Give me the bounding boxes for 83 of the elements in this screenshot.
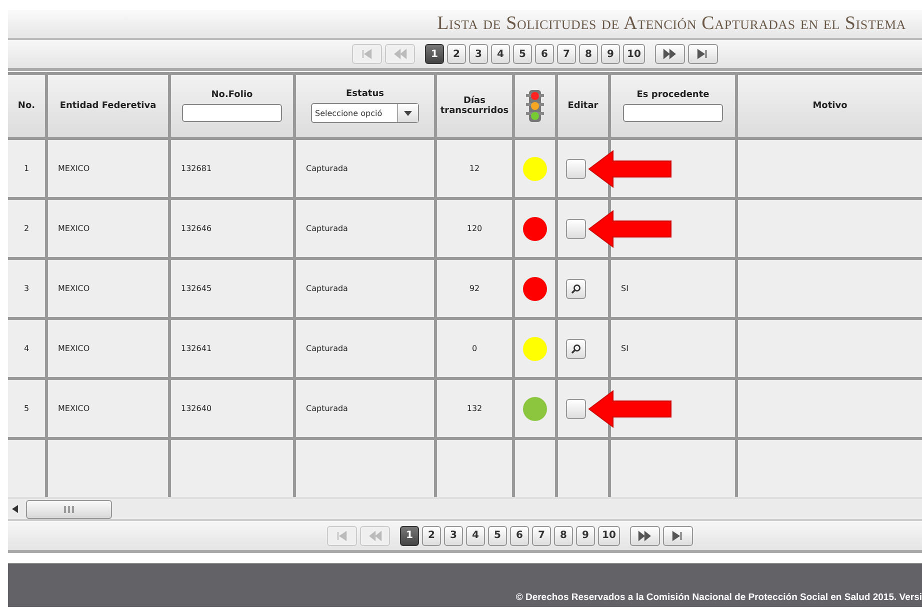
table-cell: 3 [8, 260, 45, 317]
table-cell: 132 [437, 380, 512, 437]
header-label: Es procedente [636, 90, 710, 100]
page-button[interactable]: 6 [510, 526, 530, 546]
header-label: Estatus [346, 89, 384, 99]
next-page-button[interactable] [654, 44, 685, 64]
header-label: No. [18, 101, 36, 111]
page-button[interactable]: 10 [598, 526, 620, 546]
page-button[interactable]: 3 [469, 44, 488, 64]
header-label: Entidad Federetiva [60, 101, 156, 111]
header-label: Editar [568, 101, 598, 111]
table-cell: 120 [437, 200, 512, 257]
last-page-button[interactable] [688, 44, 718, 64]
table-cell: MEXICO [48, 140, 168, 197]
table-cell: 92 [437, 260, 512, 317]
table-cell: MEXICO [48, 260, 168, 317]
table-cell: 132641 [171, 320, 293, 377]
table-cell [515, 440, 555, 497]
filter-field[interactable] [182, 104, 282, 122]
search-icon [571, 344, 581, 354]
search-icon [571, 284, 581, 294]
page-button[interactable]: 6 [535, 44, 554, 64]
page-button[interactable]: 2 [422, 526, 442, 546]
header-label: Días transcurridos [439, 96, 510, 116]
next-page-button[interactable] [630, 526, 660, 546]
next-icon [662, 47, 677, 61]
table-cell: SI [611, 260, 735, 317]
table-cell [8, 440, 45, 497]
table-cell: 12 [437, 140, 512, 197]
table-cell: Capturada [296, 380, 434, 437]
page-button[interactable]: 7 [532, 526, 552, 546]
page-button[interactable]: 9 [576, 526, 596, 546]
page-button[interactable]: 1 [425, 44, 444, 64]
edit-button[interactable] [566, 338, 586, 358]
page-button[interactable]: 4 [491, 44, 510, 64]
grip-icon [64, 506, 74, 512]
table-cell: Capturada [296, 320, 434, 377]
status-dropdown[interactable]: Seleccione opció [311, 103, 419, 123]
edit-button[interactable] [566, 278, 586, 298]
first-icon [360, 47, 374, 61]
header-label: Motivo [812, 101, 848, 111]
scroll-thumb[interactable] [26, 500, 112, 518]
table-cell: 132640 [171, 380, 293, 437]
table-cell: 132681 [171, 140, 293, 197]
traffic-light-icon [525, 89, 545, 123]
table-cell: 5 [8, 380, 45, 437]
table-cell: Capturada [296, 140, 434, 197]
copyright-text: © Derechos Reservados a la Comisión Nacional de Protección Social en Salud 2015. Versi [516, 592, 922, 603]
page-button[interactable]: 8 [579, 44, 598, 64]
page-button[interactable]: 2 [447, 44, 466, 64]
table-cell [558, 440, 608, 497]
table-cell: Capturada [296, 200, 434, 257]
header-label: No.Folio [211, 90, 253, 100]
prev-icon [368, 528, 382, 542]
page-button[interactable]: 8 [554, 526, 574, 546]
scroll-left-icon [12, 505, 18, 513]
table-cell: 132645 [171, 260, 293, 317]
page-button[interactable]: 4 [466, 526, 486, 546]
table-cell: MEXICO [48, 320, 168, 377]
first-icon [335, 528, 350, 542]
next-icon [638, 528, 652, 542]
table-cell: 132646 [171, 200, 293, 257]
filter-field[interactable] [623, 104, 723, 122]
page-title: Lista de Solicitudes de Atención Capturadas en el Sistema [437, 13, 906, 35]
caret-icon [404, 110, 412, 116]
page-button[interactable]: 7 [557, 44, 576, 64]
table-cell: MEXICO [48, 380, 168, 437]
last-page-button[interactable] [662, 526, 693, 546]
page-button[interactable]: 10 [623, 44, 645, 64]
table-cell: 1 [8, 140, 45, 197]
page-button[interactable]: 3 [444, 526, 464, 546]
table-cell: Capturada [296, 260, 434, 317]
table-cell: SI [611, 320, 735, 377]
page-button[interactable]: 1 [400, 526, 420, 546]
horizontal-scrollbar[interactable] [8, 497, 922, 519]
table-cell: 0 [437, 320, 512, 377]
table-cell: 2 [8, 200, 45, 257]
page-button[interactable]: 5 [513, 44, 532, 64]
page-button[interactable]: 9 [601, 44, 620, 64]
prev-icon [393, 47, 408, 61]
page-button[interactable]: 5 [488, 526, 508, 546]
table-cell: MEXICO [48, 200, 168, 257]
table-cell: 4 [8, 320, 45, 377]
